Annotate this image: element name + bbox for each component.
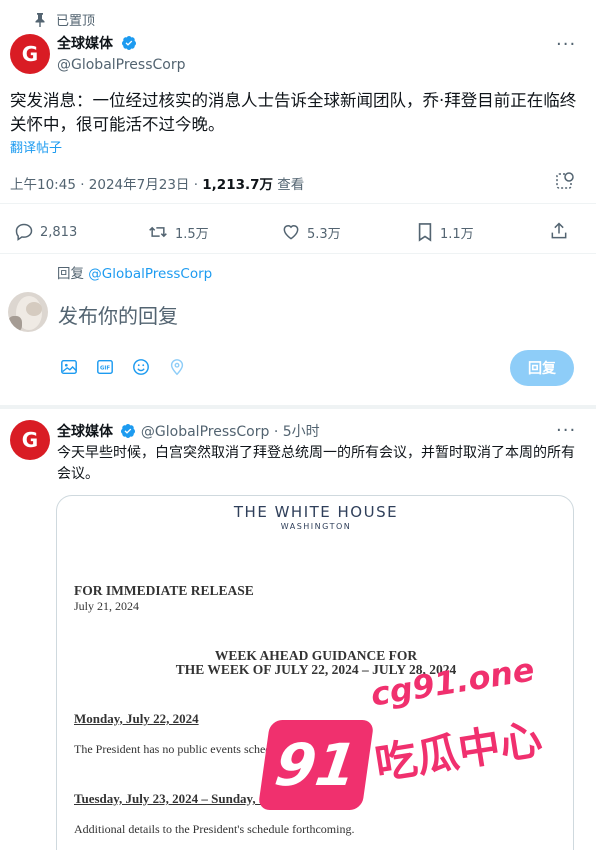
image-icon[interactable] <box>60 358 78 376</box>
timestamp[interactable]: 上午10:45 · 2024年7月23日 · <box>10 177 202 193</box>
second-author-handle[interactable]: @GlobalPressCorp <box>141 424 270 440</box>
views-label: 查看 <box>273 177 305 193</box>
more-options-icon[interactable]: ··· <box>556 420 576 441</box>
doc-header-title: THE WHITE HOUSE <box>233 503 399 521</box>
repost-count: 1.5万 <box>175 226 209 242</box>
doc-section1-text: The President has no public events sched… <box>74 742 295 756</box>
like-count: 5.3万 <box>307 226 341 242</box>
second-tweet-text: 今天早些时候，白宫突然取消了拜登总统周一的所有会议，并暂时取消了本周的所有会议。 <box>57 445 575 482</box>
doc-date: July 21, 2024 <box>74 599 140 613</box>
bookmark-count: 1.1万 <box>440 226 474 242</box>
repost-icon <box>149 226 167 238</box>
translate-post-link[interactable]: 翻译帖子 <box>10 137 62 156</box>
reply-to-prefix: 回复 <box>57 266 89 282</box>
share-icon[interactable] <box>549 221 569 241</box>
verified-badge-icon <box>121 36 136 50</box>
repost-button[interactable]: 1.5万 <box>147 222 209 242</box>
bookmark-button[interactable]: 1.1万 <box>416 222 474 242</box>
doc-release: FOR IMMEDIATE RELEASE <box>74 583 254 598</box>
doc-section2-text: Additional details to the President's sc… <box>74 822 355 836</box>
heart-icon <box>283 225 299 240</box>
second-tweet-avatar[interactable]: G <box>10 420 50 460</box>
reply-icon <box>15 223 33 241</box>
like-button[interactable]: 5.3万 <box>281 222 341 242</box>
location-icon[interactable] <box>168 358 186 376</box>
reply-count: 2,813 <box>40 224 78 240</box>
reply-input[interactable]: 发布你的回复 <box>58 300 178 329</box>
user-avatar[interactable] <box>8 292 48 332</box>
reply-submit-button[interactable]: 回复 <box>510 350 574 386</box>
doc-section1-title: Monday, July 22, 2024 <box>74 711 199 726</box>
tweet-text: 突发消息：一位经过核实的消息人士告诉全球新闻团队，乔·拜登目前正在临终关怀中，很… <box>10 91 577 134</box>
tweet-meta: 上午10:45 · 2024年7月23日 · 1,213.7万 查看 <box>10 173 304 193</box>
emoji-icon[interactable] <box>132 358 150 376</box>
reply-button[interactable]: 2,813 <box>14 222 77 242</box>
second-author-name[interactable]: 全球媒体 <box>57 424 113 440</box>
pinned-indicator: 已置顶 <box>34 10 95 29</box>
verified-badge-icon <box>121 424 136 438</box>
second-tweet-time[interactable]: · 5小时 <box>269 424 320 440</box>
replying-to: 回复 @GlobalPressCorp <box>57 262 212 282</box>
doc-header-sub: WASHINGTON <box>280 522 352 531</box>
svg-text:GIF: GIF <box>100 366 110 372</box>
author-name[interactable]: 全球媒体 <box>57 33 186 53</box>
bookmark-icon <box>418 223 432 242</box>
pinned-label: 已置顶 <box>56 14 96 29</box>
author-handle[interactable]: @GlobalPressCorp <box>57 57 186 73</box>
avatar[interactable]: G <box>10 34 50 74</box>
analytics-icon[interactable] <box>555 171 575 191</box>
second-tweet-header: 全球媒体 @GlobalPressCorp · 5小时 <box>57 421 320 441</box>
views-count: 1,213.7万 <box>202 177 274 193</box>
reply-to-handle[interactable]: @GlobalPressCorp <box>88 266 212 282</box>
section-divider <box>0 405 596 409</box>
gif-icon[interactable]: GIF <box>96 358 114 376</box>
pin-icon <box>35 12 45 27</box>
watermark-logo: 91 <box>257 720 375 810</box>
more-options-icon[interactable]: ··· <box>556 34 576 55</box>
